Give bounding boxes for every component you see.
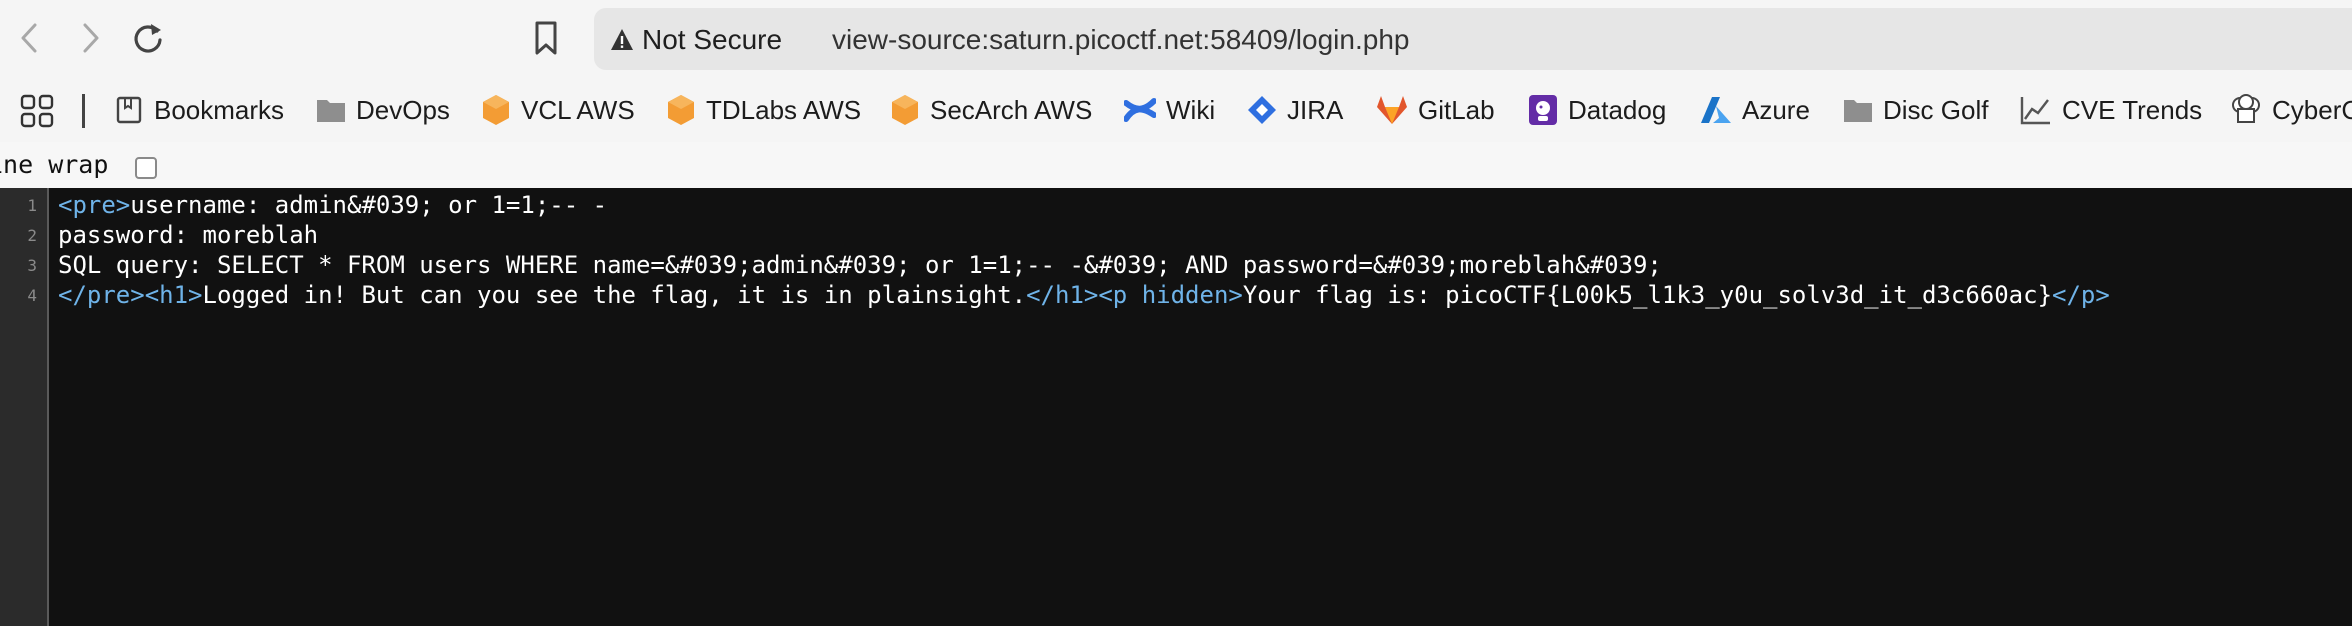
source-line: SQL query: SELECT * FROM users WHERE nam… bbox=[58, 250, 1662, 280]
bookmark-datadog[interactable]: Datadog bbox=[1528, 90, 1666, 130]
source-line: <pre>username: admin&#039; or 1=1;-- - bbox=[58, 190, 607, 220]
aws-cube-icon bbox=[668, 95, 694, 125]
bookmark-bookmarks[interactable]: Bookmarks bbox=[114, 90, 284, 130]
line-wrap-label: ine wrap bbox=[0, 150, 109, 179]
bookmark-azure[interactable]: Azure bbox=[1700, 90, 1810, 130]
line-wrap-checkbox[interactable] bbox=[135, 157, 157, 179]
line-number: 3 bbox=[27, 256, 37, 275]
bookmark-devops[interactable]: DevOps bbox=[316, 90, 450, 130]
warning-icon bbox=[611, 29, 633, 50]
source-text: username: admin&#039; or 1=1;-- - bbox=[130, 191, 608, 219]
bookmark-jira[interactable]: JIRA bbox=[1247, 90, 1343, 130]
bookmark-icon bbox=[535, 21, 557, 55]
chef-hat-icon bbox=[2232, 94, 2260, 123]
bookmark-cve-trends[interactable]: CVE Trends bbox=[2020, 90, 2202, 130]
bookmark-button[interactable] bbox=[526, 18, 566, 58]
html-tag: </p> bbox=[2052, 281, 2110, 309]
aws-cube-icon bbox=[483, 95, 509, 125]
bookmark-tdlabs-aws[interactable]: TDLabs AWS bbox=[666, 90, 861, 130]
flag-text: Your flag is: picoCTF{L00k5_l1k3_y0u_sol… bbox=[1242, 281, 2053, 309]
bookmark-secarch-aws[interactable]: SecArch AWS bbox=[890, 90, 1092, 130]
bookmark-gitlab[interactable]: GitLab bbox=[1376, 90, 1495, 130]
folder-icon bbox=[1844, 100, 1872, 122]
url-text[interactable]: view-source:saturn.picoctf.net:58409/log… bbox=[832, 20, 1409, 60]
chevron-right-icon bbox=[83, 23, 99, 53]
bookmark-vcl-aws[interactable]: VCL AWS bbox=[481, 90, 635, 130]
security-label: Not Secure bbox=[642, 24, 783, 55]
line-number: 4 bbox=[27, 286, 37, 305]
azure-icon bbox=[1701, 97, 1731, 123]
reload-icon bbox=[134, 24, 162, 53]
line-number: 1 bbox=[27, 196, 37, 215]
confluence-icon bbox=[1124, 98, 1156, 122]
security-indicator[interactable]: Not Secure bbox=[610, 20, 782, 60]
jira-icon bbox=[1248, 96, 1276, 124]
source-view: 1 2 3 4 <pre>username: admin&#039; or 1=… bbox=[0, 188, 2352, 626]
source-text: SQL query: SELECT * FROM users WHERE nam… bbox=[58, 251, 1662, 279]
bookmark-cyberc[interactable]: CyberC bbox=[2230, 90, 2352, 130]
aws-cube-icon bbox=[892, 95, 918, 125]
datadog-icon bbox=[1529, 95, 1557, 125]
source-line: </pre><h1>Logged in! But can you see the… bbox=[58, 280, 2110, 310]
chart-icon bbox=[2020, 97, 2050, 125]
html-tag: </h1><p hidden> bbox=[1026, 281, 1243, 309]
apps-grid-icon[interactable] bbox=[20, 94, 54, 128]
browser-toolbar: Not Secure view-source:saturn.picoctf.ne… bbox=[0, 0, 2352, 78]
line-wrap-bar: ine wrap bbox=[0, 142, 2352, 188]
folder-icon bbox=[317, 100, 345, 122]
bookmark-wiki[interactable]: Wiki bbox=[1124, 90, 1215, 130]
bookmarks-bar: Bookmarks DevOps VCL AWS TDLabs AWS SecA… bbox=[0, 78, 2352, 143]
source-text: Logged in! But can you see the flag, it … bbox=[202, 281, 1027, 309]
bookmark-disc-golf[interactable]: Disc Golf bbox=[1843, 90, 1988, 130]
back-button[interactable] bbox=[10, 18, 50, 58]
html-tag: <pre> bbox=[58, 191, 131, 219]
book-icon bbox=[116, 96, 142, 124]
chevron-left-icon bbox=[21, 23, 37, 53]
line-number: 2 bbox=[27, 226, 37, 245]
gitlab-icon bbox=[1377, 96, 1407, 124]
bookmarks-divider bbox=[82, 94, 85, 128]
line-number-gutter: 1 2 3 4 bbox=[0, 188, 49, 626]
source-text: password: moreblah bbox=[58, 221, 319, 249]
html-tag: </pre><h1> bbox=[58, 281, 203, 309]
reload-button[interactable] bbox=[128, 18, 168, 58]
source-line: password: moreblah bbox=[58, 220, 318, 250]
forward-button[interactable] bbox=[70, 18, 110, 58]
